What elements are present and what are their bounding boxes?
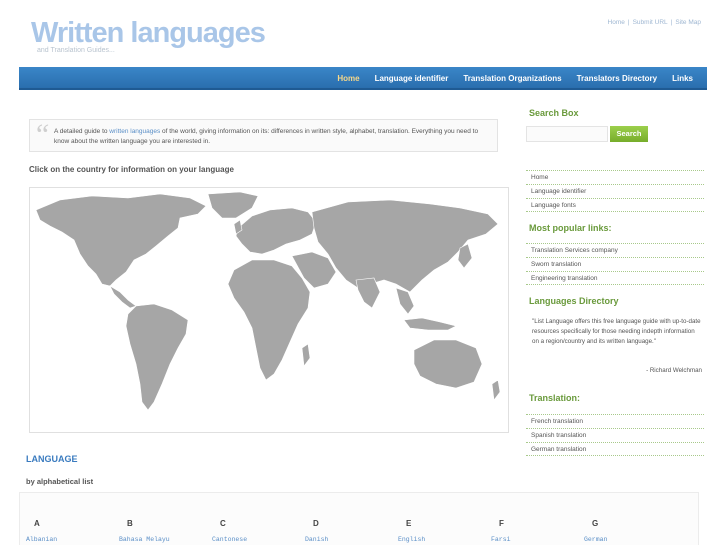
sidebar-link-translation-services[interactable]: Translation Services company	[526, 243, 704, 257]
written-languages-link[interactable]: written languages	[109, 128, 160, 135]
map-region-indonesia	[403, 317, 457, 331]
top-links: Home | Submit URL | Site Map	[608, 19, 701, 26]
intro-text: A detailed guide to written languages of…	[54, 127, 494, 147]
nav-item-translators-directory[interactable]: Translators Directory	[577, 74, 657, 83]
popular-links-heading: Most popular links:	[529, 223, 612, 233]
sidebar-link-french-translation[interactable]: French translation	[526, 414, 704, 428]
quote-icon: “	[33, 118, 50, 151]
map-caption: Click on the country for information on …	[29, 165, 234, 174]
map-region-asia	[311, 199, 499, 293]
search-button[interactable]: Search	[610, 126, 648, 142]
top-link-separator: |	[627, 19, 630, 26]
alphabet-column-c: C Cantonese	[206, 519, 286, 543]
languages-directory-heading: Languages Directory	[529, 296, 619, 306]
map-region-europe	[235, 207, 317, 255]
alphabet-column-g: G German	[578, 519, 658, 543]
map-region-south-america	[125, 303, 189, 411]
sidebar-main-links: Home Language identifier Language fonts	[526, 170, 704, 212]
top-link-submit-url[interactable]: Submit URL	[633, 19, 668, 26]
search-input[interactable]	[526, 126, 608, 142]
sidebar-translation-links: French translation Spanish translation G…	[526, 414, 704, 456]
sidebar-link-language-identifier[interactable]: Language identifier	[526, 184, 704, 198]
alphabet-letter: A	[34, 519, 40, 528]
nav-item-translation-organizations[interactable]: Translation Organizations	[463, 74, 561, 83]
nav-item-home[interactable]: Home	[337, 74, 359, 83]
alphabet-column-b: B Bahasa Melayu	[113, 519, 193, 543]
sidebar-popular-links: Translation Services company Sworn trans…	[526, 243, 704, 285]
top-link-home[interactable]: Home	[608, 19, 625, 26]
map-region-africa	[227, 259, 311, 381]
sidebar-link-spanish-translation[interactable]: Spanish translation	[526, 428, 704, 442]
alphabet-column-e: E English	[392, 519, 472, 543]
sidebar-link-engineering-translation[interactable]: Engineering translation	[526, 271, 704, 285]
alphabet-column-f: F Farsi	[485, 519, 565, 543]
alphabet-letter: B	[127, 519, 133, 528]
language-link-danish[interactable]: Danish	[305, 536, 379, 543]
sidebar-link-german-translation[interactable]: German translation	[526, 442, 704, 456]
language-link-farsi[interactable]: Farsi	[491, 536, 565, 543]
world-map[interactable]	[29, 187, 509, 433]
directory-quote: "List Language offers this free language…	[532, 318, 701, 345]
main-navbar: Home Language identifier Translation Org…	[19, 67, 707, 90]
map-region-india	[355, 277, 381, 309]
language-link-albanian[interactable]: Albanian	[26, 536, 100, 543]
sidebar-link-home[interactable]: Home	[526, 170, 704, 184]
directory-quote-author: - Richard Welchman	[646, 367, 702, 374]
top-link-site-map[interactable]: Site Map	[675, 19, 701, 26]
alphabetical-list-label: by alphabetical list	[26, 477, 94, 486]
language-link-bahasa-melayu[interactable]: Bahasa Melayu	[119, 536, 193, 543]
alphabet-letter: G	[592, 519, 599, 528]
map-region-australia	[413, 339, 483, 389]
alphabet-list: A Albanian B Bahasa Melayu C Cantonese D…	[19, 492, 699, 545]
map-region-greenland	[207, 191, 259, 219]
search-box-heading: Search Box	[529, 108, 579, 118]
map-region-new-zealand	[491, 379, 501, 401]
nav-item-links[interactable]: Links	[672, 74, 693, 83]
site-logo-title[interactable]: Written languages	[31, 17, 266, 50]
alphabet-letter: E	[406, 519, 412, 528]
map-region-central-america	[109, 285, 137, 309]
language-heading: LANGUAGE	[26, 454, 78, 464]
map-region-madagascar	[301, 343, 311, 367]
map-region-southeast-asia	[395, 287, 415, 315]
alphabet-letter: F	[499, 519, 504, 528]
top-link-separator: |	[670, 19, 673, 26]
map-region-north-america	[35, 193, 207, 287]
alphabet-letter: D	[313, 519, 319, 528]
translation-heading: Translation:	[529, 393, 581, 403]
sidebar-link-sworn-translation[interactable]: Sworn translation	[526, 257, 704, 271]
alphabet-letter: C	[220, 519, 226, 528]
alphabet-column-a: A Albanian	[20, 519, 100, 543]
site-logo-subtitle: and Translation Guides...	[37, 47, 115, 54]
language-link-english[interactable]: English	[398, 536, 472, 543]
language-link-german[interactable]: German	[584, 536, 658, 543]
intro-box: “ A detailed guide to written languages …	[29, 118, 498, 152]
world-map-graphic[interactable]	[30, 188, 509, 433]
sidebar-link-language-fonts[interactable]: Language fonts	[526, 198, 704, 212]
intro-text-start: A detailed guide to	[54, 128, 110, 135]
alphabet-column-d: D Danish	[299, 519, 379, 543]
nav-item-language-identifier[interactable]: Language identifier	[375, 74, 449, 83]
language-link-cantonese[interactable]: Cantonese	[212, 536, 286, 543]
